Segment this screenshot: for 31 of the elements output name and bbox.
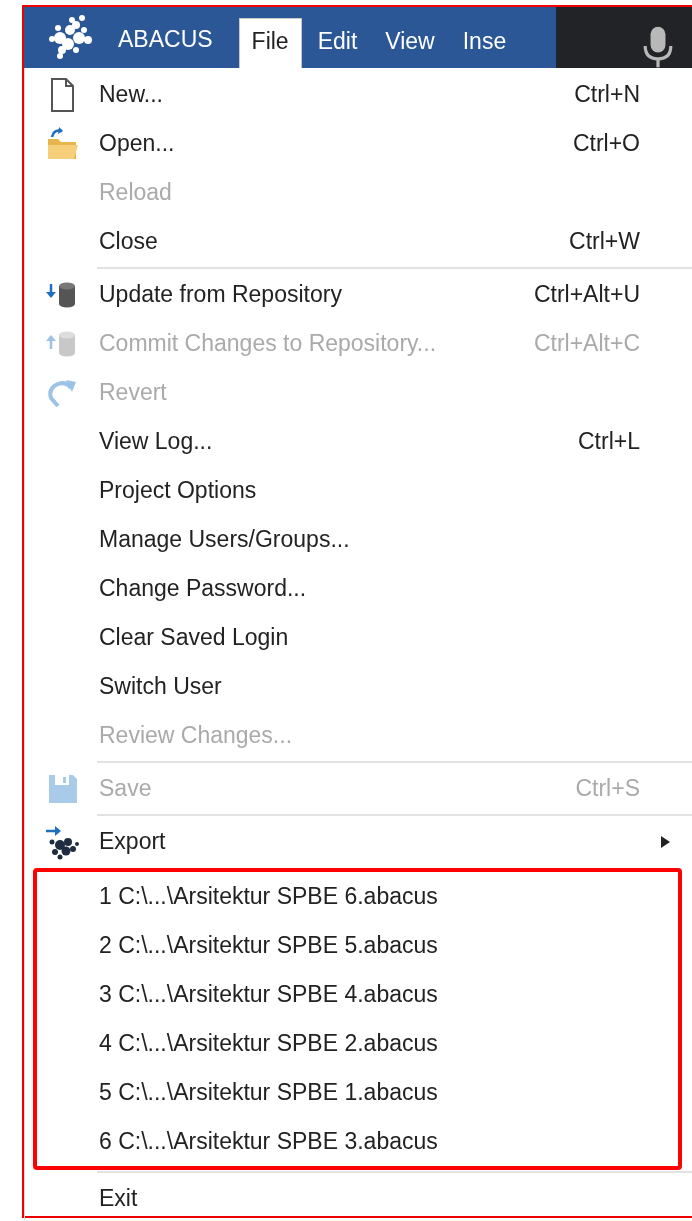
menu-item[interactable]: Clear Saved Login — [25, 613, 692, 662]
menu-item[interactable]: Project Options — [25, 466, 692, 515]
menu-item[interactable]: Change Password... — [25, 564, 692, 613]
microphone-icon[interactable] — [642, 24, 674, 68]
menu-tab[interactable]: Inse — [450, 19, 519, 68]
shortcut-text: Ctrl+N — [574, 81, 640, 108]
menu-item[interactable]: Manage Users/Groups... — [25, 515, 692, 564]
menu-item[interactable]: Update from Repository Ctrl+Alt+U — [25, 270, 692, 319]
recent-file-item[interactable]: 5 C:\...\Arsitektur SPBE 1.abacus — [37, 1068, 678, 1117]
recent-file-item[interactable]: 6 C:\...\Arsitektur SPBE 3.abacus — [37, 1117, 678, 1166]
menu-item[interactable]: Close Ctrl+W — [25, 217, 692, 266]
shortcut-text: Ctrl+Alt+U — [533, 281, 640, 308]
menu-item[interactable]: Export — [25, 817, 692, 866]
recent-file-item[interactable]: 3 C:\...\Arsitektur SPBE 4.abacus — [37, 970, 678, 1019]
recent-file-item[interactable]: 1 C:\...\Arsitektur SPBE 6.abacus — [37, 872, 678, 921]
shortcut-text: Ctrl+O — [572, 130, 640, 157]
shortcut-text: Ctrl+L — [578, 428, 640, 455]
menu-tab[interactable]: View — [373, 19, 447, 68]
shortcut-text: Ctrl+W — [569, 228, 640, 255]
menu-item[interactable]: New... Ctrl+N — [25, 70, 692, 119]
app-name: ABACUS — [118, 26, 213, 53]
recent-file-item[interactable]: 2 C:\...\Arsitektur SPBE 5.abacus — [37, 921, 678, 970]
menu-item[interactable]: Exit — [25, 1174, 692, 1221]
menu-tab[interactable]: File — [238, 18, 302, 68]
menu-item[interactable]: View Log... Ctrl+L — [25, 417, 692, 466]
shortcut-text: Ctrl+S — [575, 775, 640, 802]
menu-tab[interactable]: Edit — [305, 19, 370, 68]
recent-file-item[interactable]: 4 C:\...\Arsitektur SPBE 2.abacus — [37, 1019, 678, 1068]
menu-item[interactable]: Open... Ctrl+O — [25, 119, 692, 168]
menu-item[interactable]: Switch User — [25, 662, 692, 711]
shortcut-text: Ctrl+Alt+C — [533, 330, 640, 357]
